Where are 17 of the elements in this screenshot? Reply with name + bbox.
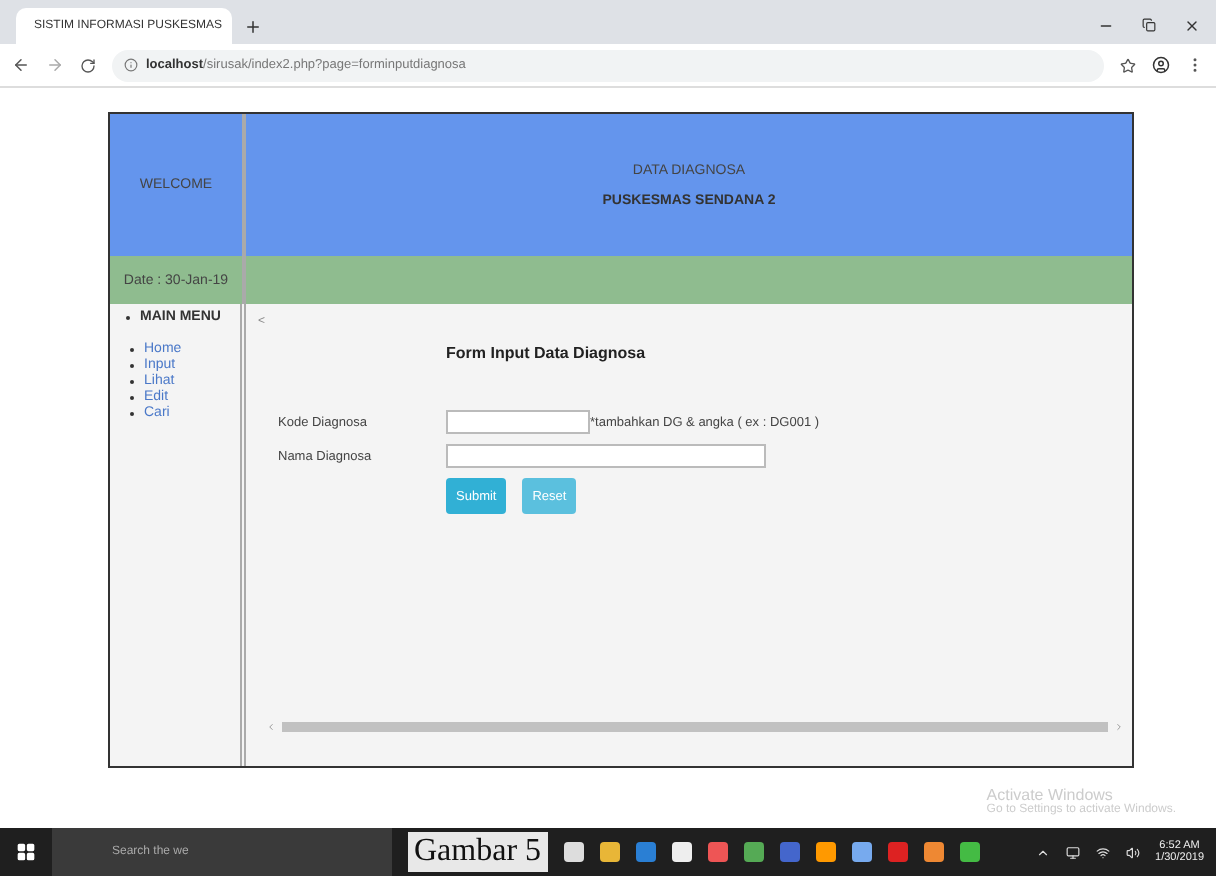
start-icon[interactable] [16, 842, 36, 862]
form-title: Form Input Data Diagnosa [446, 344, 648, 362]
restore-icon[interactable] [1142, 18, 1156, 32]
new-tab-icon[interactable] [244, 18, 262, 36]
reload-icon[interactable] [80, 57, 96, 73]
back-icon[interactable] [12, 56, 30, 74]
figure-caption: Gambar 5 [408, 832, 548, 872]
info-icon [124, 58, 138, 72]
input-field[interactable] [446, 410, 590, 434]
chevron-icon[interactable] [1035, 845, 1050, 859]
monitor-icon[interactable] [1065, 845, 1080, 859]
star-icon[interactable] [1120, 57, 1136, 73]
close-icon[interactable] [1184, 18, 1200, 34]
input-field[interactable] [446, 444, 766, 468]
network-icon[interactable] [1095, 845, 1110, 859]
account-icon[interactable] [1152, 56, 1170, 74]
volume-icon[interactable] [1125, 845, 1140, 859]
